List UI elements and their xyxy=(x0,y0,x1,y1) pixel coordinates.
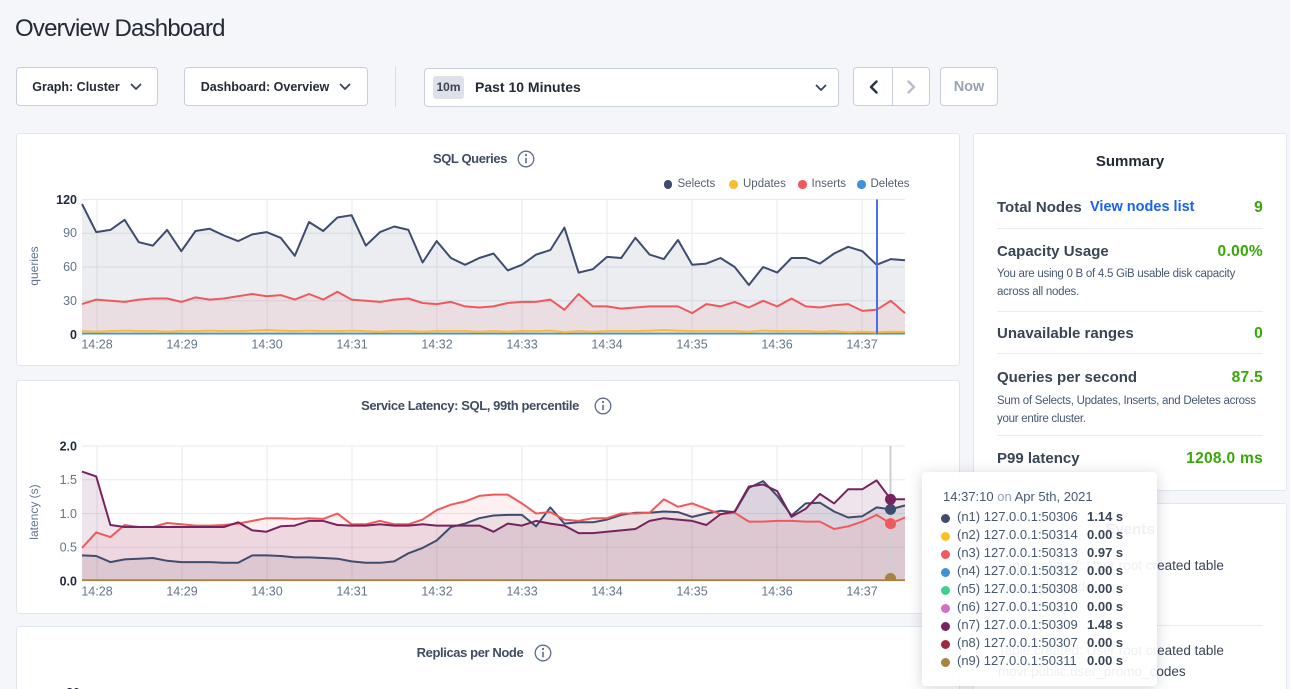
svg-text:14:36: 14:36 xyxy=(761,585,792,599)
svg-text:14:32: 14:32 xyxy=(421,585,452,599)
svg-text:0.5: 0.5 xyxy=(60,541,77,555)
svg-text:14:31: 14:31 xyxy=(336,585,367,599)
svg-text:latency (s): latency (s) xyxy=(27,484,41,539)
svg-text:14:30: 14:30 xyxy=(251,338,282,352)
svg-text:0.0: 0.0 xyxy=(60,574,77,588)
svg-text:14:28: 14:28 xyxy=(81,338,112,352)
svg-text:14:30: 14:30 xyxy=(251,585,282,599)
svg-text:14:28: 14:28 xyxy=(81,585,112,599)
svg-text:14:35: 14:35 xyxy=(676,338,707,352)
svg-text:14:36: 14:36 xyxy=(761,338,792,352)
svg-text:1.5: 1.5 xyxy=(60,473,77,487)
svg-text:60: 60 xyxy=(63,260,77,274)
svg-text:90: 90 xyxy=(63,226,77,240)
svg-text:14:31: 14:31 xyxy=(336,338,367,352)
svg-text:1.0: 1.0 xyxy=(60,507,77,521)
svg-text:14:29: 14:29 xyxy=(166,338,197,352)
svg-text:14:37: 14:37 xyxy=(846,585,877,599)
svg-text:queries: queries xyxy=(27,246,41,285)
svg-text:14:32: 14:32 xyxy=(421,338,452,352)
svg-text:14:29: 14:29 xyxy=(166,585,197,599)
svg-text:0: 0 xyxy=(70,328,77,342)
svg-text:14:35: 14:35 xyxy=(676,585,707,599)
svg-text:30: 30 xyxy=(63,294,77,308)
svg-text:14:34: 14:34 xyxy=(591,338,622,352)
svg-text:14:37: 14:37 xyxy=(846,338,877,352)
svg-text:14:33: 14:33 xyxy=(506,338,537,352)
svg-text:120: 120 xyxy=(56,193,77,207)
svg-text:14:34: 14:34 xyxy=(591,585,622,599)
svg-text:14:33: 14:33 xyxy=(506,585,537,599)
svg-text:2.0: 2.0 xyxy=(60,439,77,453)
